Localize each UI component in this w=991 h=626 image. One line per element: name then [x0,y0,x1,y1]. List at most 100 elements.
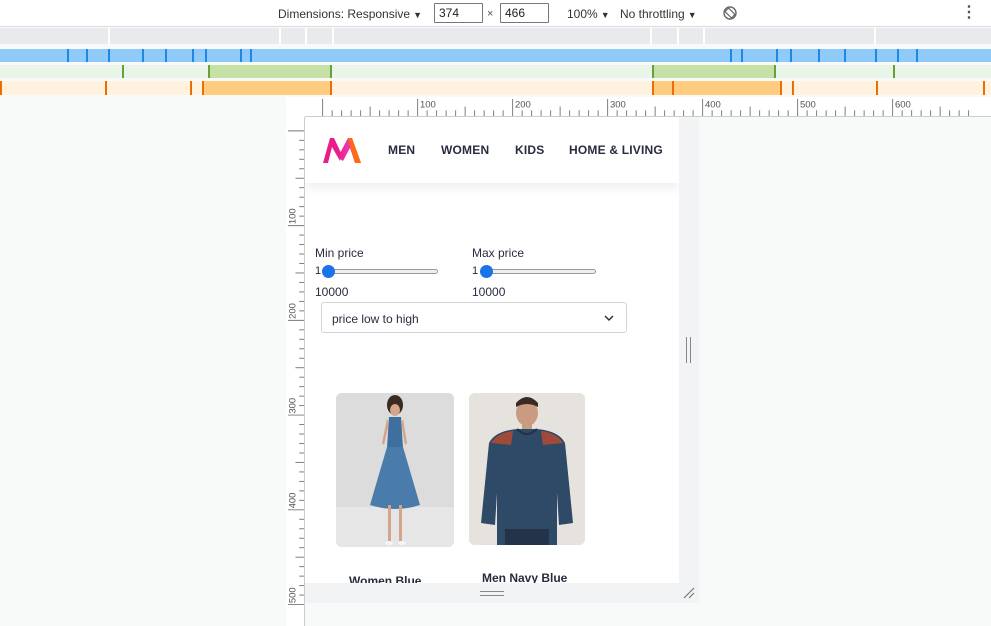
mq-tick [165,49,167,62]
dimensions-dropdown[interactable]: Dimensions: Responsive ▼ [278,7,422,21]
mq-segment [208,65,331,78]
product-image[interactable] [469,393,585,545]
nav-link-men[interactable]: MEN [388,143,415,157]
ruler-label: 500 [800,99,816,110]
dimensions-caret-icon: ▼ [413,10,422,20]
mq-tick [205,49,207,62]
resize-handle-right[interactable] [686,337,691,363]
min-price-slider[interactable] [322,264,438,278]
mq-tick [774,65,776,78]
ruler-label: 100 [420,99,436,110]
mq-divider [677,28,679,44]
mq-tick [105,81,107,95]
ruler-label: 200 [287,303,298,319]
device-viewport: MEN WOMEN KIDS HOME & LIVING Min price 1… [305,117,679,583]
min-price-current-value: 10000 [315,285,349,299]
mq-tick [893,65,895,78]
mq-tick [0,81,2,95]
dimensions-label: Dimensions: Responsive [278,7,411,21]
height-input[interactable] [500,3,549,23]
mq-tick [240,49,242,62]
times-sign: × [487,8,494,20]
mq-bar-blue[interactable] [0,49,991,62]
product-name[interactable]: Women Blue [349,574,421,583]
mq-bar-orange[interactable] [0,81,991,95]
device-bottom-edge [305,583,679,603]
nav-link-kids[interactable]: KIDS [515,143,544,157]
mq-divider [332,28,334,44]
zoom-label: 100% [567,7,598,21]
ruler-label: 200 [515,99,531,110]
product-photo-woman-dress [336,393,454,547]
mq-tick [142,49,144,62]
ruler-label: 400 [287,493,298,509]
min-price-label: Min price [315,246,364,260]
mq-tick [983,81,985,95]
mq-tick [844,49,846,62]
mq-divider [305,28,307,44]
mq-tick [250,49,252,62]
mq-tick [86,49,88,62]
ruler-label: 300 [610,99,626,110]
mq-tick [916,49,918,62]
devtools-toolbar: Dimensions: Responsive▼ × 100%▼ No throt… [0,0,991,27]
mq-tick [818,49,820,62]
mq-tick [330,81,332,95]
nav-link-women[interactable]: WOMEN [441,143,489,157]
vertical-ruler: 100 200 300 400 500 [286,117,305,626]
ruler-label: 600 [895,99,911,110]
chevron-down-icon [604,315,614,322]
product-image[interactable] [336,393,454,547]
zoom-caret-icon: ▼ [600,10,610,20]
product-photo-man-sweater [469,393,585,545]
max-price-min-value: 1 [472,265,479,277]
width-input[interactable] [434,3,483,23]
slider-track [322,269,438,274]
slider-thumb[interactable] [480,265,493,278]
resize-handle-corner-icon[interactable] [683,587,695,599]
mq-segment [652,65,775,78]
mq-tick [776,49,778,62]
mq-tick [67,49,69,62]
product-name[interactable]: Men Navy Blue [482,571,567,583]
myntra-logo-icon[interactable] [321,135,363,165]
mq-tick [652,65,654,78]
mq-tick [875,49,877,62]
mq-tick [122,65,124,78]
slider-thumb[interactable] [322,265,335,278]
throttling-dropdown[interactable]: No throttling ▼ [620,7,697,21]
mq-bar-gray [0,28,991,44]
mq-tick [208,65,210,78]
ruler-label: 500 [287,587,298,603]
rotate-icon[interactable] [722,5,738,21]
mq-divider [650,28,652,44]
slider-track [480,269,596,274]
mq-tick [202,81,204,95]
mq-tick [330,65,332,78]
mq-tick [652,81,654,95]
site-navbar: MEN WOMEN KIDS HOME & LIVING [305,117,679,183]
mq-divider [874,28,876,44]
ruler-label: 400 [705,99,721,110]
mq-tick [672,81,674,95]
min-price-min-value: 1 [315,265,322,277]
mq-bar-green[interactable] [0,65,991,78]
zoom-dropdown[interactable]: 100% ▼ [567,7,610,21]
horizontal-ruler: 100 200 300 400 500 600 [305,97,991,117]
mq-tick [897,49,899,62]
mq-tick [730,49,732,62]
throttling-label: No throttling [620,7,685,21]
mq-divider [279,28,281,44]
nav-link-home-living[interactable]: HOME & LIVING [569,143,663,157]
throttling-caret-icon: ▼ [687,10,697,20]
ruler-label: 300 [287,398,298,414]
mq-segment [202,81,331,95]
mq-divider [703,28,705,44]
more-options-icon[interactable]: ⋮ [961,4,977,22]
max-price-slider[interactable] [480,264,596,278]
ruler-corner [286,97,305,117]
sort-select[interactable]: price low to high [321,302,627,333]
resize-handle-bottom[interactable] [480,591,504,596]
mq-tick [192,49,194,62]
mq-tick [790,49,792,62]
